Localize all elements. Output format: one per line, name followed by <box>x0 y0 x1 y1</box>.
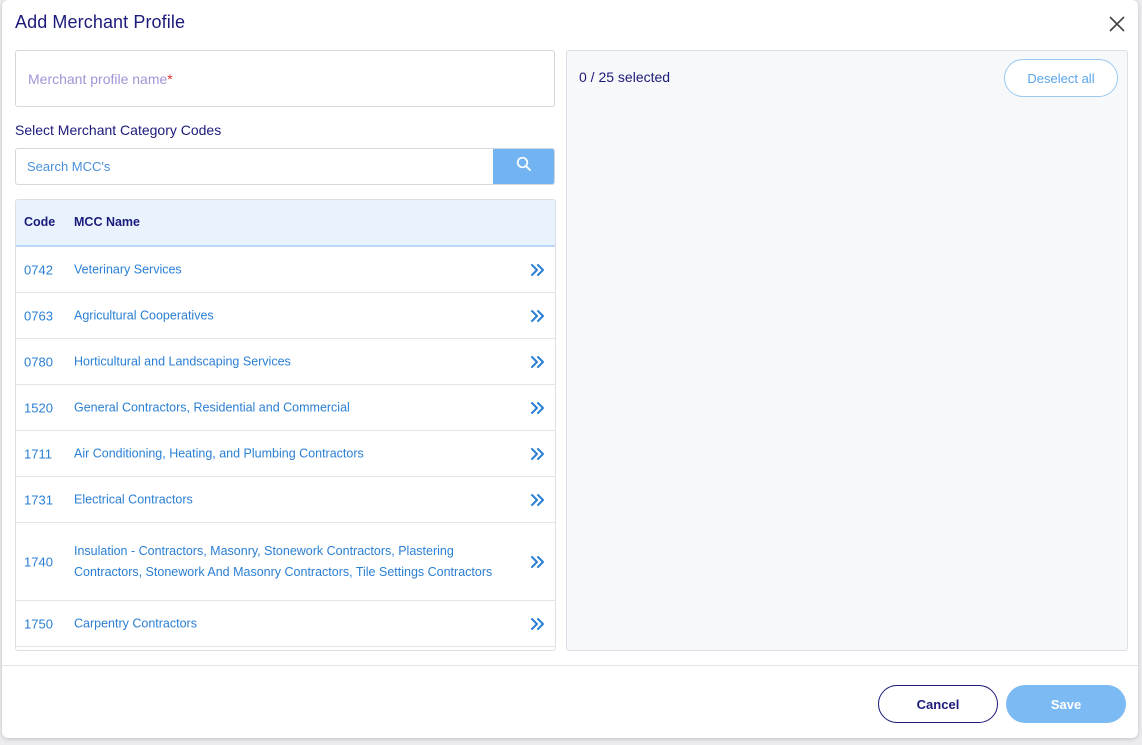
footer-divider <box>2 665 1138 666</box>
mcc-name: Air Conditioning, Heating, and Plumbing … <box>74 446 364 460</box>
mcc-name: General Contractors, Residential and Com… <box>74 400 350 414</box>
selected-count: 0 / 25 selected <box>579 69 671 85</box>
mcc-search-box <box>15 148 555 185</box>
mcc-code: 0780 <box>24 354 53 369</box>
double-chevron-right-icon[interactable] <box>530 555 546 569</box>
close-icon <box>1106 13 1128 35</box>
mcc-name: Carpentry Contractors <box>74 616 197 630</box>
table-row[interactable]: 1740 Insulation - Contractors, Masonry, … <box>16 523 555 601</box>
table-row[interactable]: 1750 Carpentry Contractors <box>16 601 555 647</box>
required-marker: * <box>167 71 173 87</box>
mcc-name: Horticultural and Landscaping Services <box>74 354 291 368</box>
table-row[interactable]: 1520 General Contractors, Residential an… <box>16 385 555 431</box>
double-chevron-right-icon[interactable] <box>530 493 546 507</box>
dialog-title: Add Merchant Profile <box>15 12 186 32</box>
mcc-table: Code MCC Name 0742 Veterinary Services 0… <box>15 199 556 651</box>
double-chevron-right-icon[interactable] <box>530 617 546 631</box>
table-header: Code MCC Name <box>16 200 555 247</box>
double-chevron-right-icon[interactable] <box>530 401 546 415</box>
mcc-section-label: Select Merchant Category Codes <box>15 122 222 138</box>
mcc-name: Electrical Contractors <box>74 492 193 506</box>
double-chevron-right-icon[interactable] <box>530 263 546 277</box>
mcc-name: Insulation - Contractors, Masonry, Stone… <box>74 543 493 579</box>
search-button[interactable] <box>493 149 554 184</box>
table-row[interactable]: 0742 Veterinary Services <box>16 247 555 293</box>
mcc-code: 1740 <box>24 554 53 569</box>
add-merchant-profile-dialog: Add Merchant Profile Merchant profile na… <box>2 0 1138 738</box>
mcc-code: 0763 <box>24 308 53 323</box>
deselect-all-button[interactable]: Deselect all <box>1004 59 1118 97</box>
close-button[interactable] <box>1106 13 1128 35</box>
double-chevron-right-icon[interactable] <box>530 447 546 461</box>
double-chevron-right-icon[interactable] <box>530 355 546 369</box>
save-button[interactable]: Save <box>1006 685 1126 723</box>
mcc-code: 1750 <box>24 616 53 631</box>
mcc-code: 1731 <box>24 492 53 507</box>
selected-mcc-panel: 0 / 25 selected Deselect all <box>566 50 1128 651</box>
cancel-button[interactable]: Cancel <box>878 685 998 723</box>
column-header-mcc-name: MCC Name <box>74 215 140 229</box>
double-chevron-right-icon[interactable] <box>530 309 546 323</box>
mcc-name: Agricultural Cooperatives <box>74 308 214 322</box>
merchant-profile-name-field[interactable]: Merchant profile name* <box>15 50 555 107</box>
mcc-code: 0742 <box>24 262 53 277</box>
table-row[interactable]: 1711 Air Conditioning, Heating, and Plum… <box>16 431 555 477</box>
mcc-code: 1711 <box>24 446 52 461</box>
table-row[interactable]: 0780 Horticultural and Landscaping Servi… <box>16 339 555 385</box>
table-row[interactable]: 0763 Agricultural Cooperatives <box>16 293 555 339</box>
table-row[interactable]: 1731 Electrical Contractors <box>16 477 555 523</box>
mcc-search-input[interactable] <box>16 149 494 184</box>
column-header-code: Code <box>24 215 56 229</box>
mcc-name: Veterinary Services <box>74 262 182 276</box>
search-icon <box>516 156 532 177</box>
mcc-code: 1520 <box>24 400 53 415</box>
profile-name-placeholder: Merchant profile name* <box>28 71 173 87</box>
